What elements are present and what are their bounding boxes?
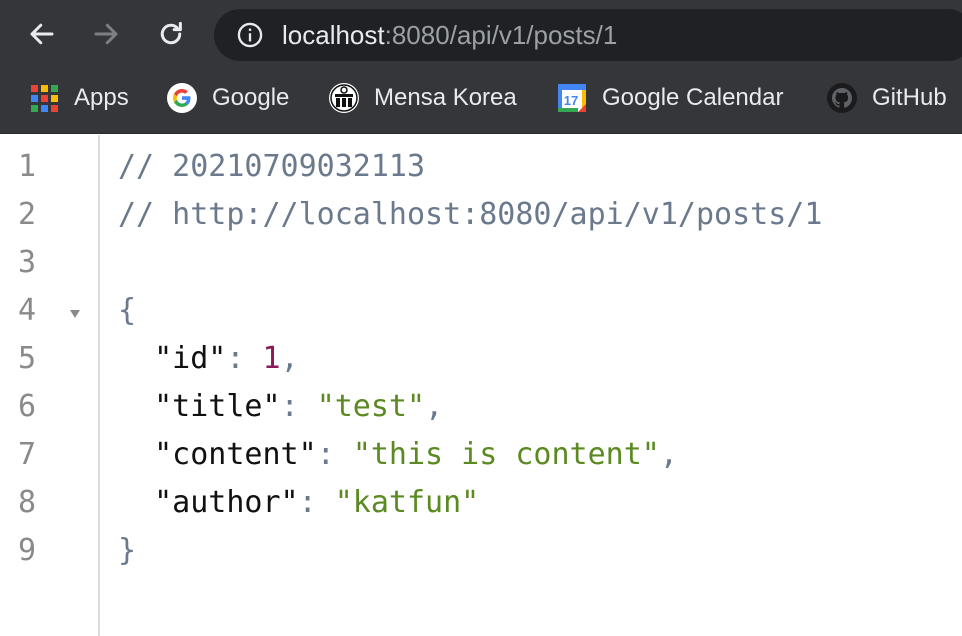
json-comma: ,: [280, 341, 299, 376]
line-number: 4: [18, 293, 37, 328]
arrow-right-icon: [94, 23, 118, 45]
json-field-id: "id": 1,: [118, 335, 299, 383]
line-number: 3: [18, 245, 37, 280]
comment-url: // http://localhost:8080/api/v1/posts/1: [118, 197, 823, 232]
json-key: "author": [154, 485, 299, 520]
bookmark-label: Google: [212, 84, 290, 111]
reload-button[interactable]: [151, 14, 191, 54]
bookmarks-bar: Apps Google Mensa Korea 17 Google Calend…: [0, 70, 962, 134]
bookmark-label: Google Calendar: [602, 84, 784, 111]
json-comma: ,: [425, 389, 444, 424]
json-field-title: "title": "test",: [118, 383, 443, 431]
github-icon: [826, 82, 858, 114]
bookmark-label: GitHub: [872, 84, 947, 111]
reload-icon: [160, 21, 182, 45]
url-path: :8080/api/v1/posts/1: [384, 20, 618, 50]
json-colon: :: [298, 485, 335, 520]
line-number: 6: [18, 389, 37, 424]
json-value: 1: [262, 341, 281, 376]
calendar-day-label: 17: [564, 93, 578, 108]
url-text[interactable]: localhost:8080/api/v1/posts/1: [282, 9, 617, 61]
info-icon[interactable]: [236, 21, 264, 49]
arrow-left-icon: [30, 23, 54, 45]
close-brace: }: [118, 533, 137, 568]
bookmark-github[interactable]: GitHub: [826, 70, 947, 126]
bookmark-label: Apps: [74, 84, 129, 111]
bookmark-google-calendar[interactable]: 17 Google Calendar: [556, 70, 783, 126]
json-value: "katfun": [334, 485, 480, 520]
line-number: 7: [18, 437, 37, 472]
json-colon: :: [280, 389, 317, 424]
line-number: 9: [18, 533, 37, 568]
google-logo-icon: [166, 82, 198, 114]
fold-toggle-icon[interactable]: [68, 307, 82, 321]
line-gutter: 1 2 3 4 5 6 7 8 9: [0, 135, 100, 636]
json-key: "title": [154, 389, 281, 424]
json-colon: :: [316, 437, 353, 472]
url-host: localhost: [282, 20, 385, 50]
json-viewer: 1 2 3 4 5 6 7 8 9 // 20210709032113 // h…: [0, 135, 962, 636]
line-number: 2: [18, 197, 37, 232]
line-number: 1: [18, 149, 37, 184]
json-colon: :: [226, 341, 263, 376]
bookmark-apps[interactable]: Apps: [28, 70, 129, 126]
json-key: "content": [154, 437, 317, 472]
json-field-author: "author": "katfun": [118, 479, 479, 527]
comment-timestamp: // 20210709032113: [118, 149, 426, 184]
mensa-logo-icon: [328, 82, 360, 114]
json-field-content: "content": "this is content",: [118, 431, 678, 479]
open-brace: {: [118, 293, 137, 328]
json-value: "test": [316, 389, 426, 424]
back-button[interactable]: [22, 14, 62, 54]
calendar-icon: 17: [556, 82, 588, 114]
line-number: 8: [18, 485, 37, 520]
bookmark-label: Mensa Korea: [374, 84, 517, 111]
forward-button[interactable]: [86, 14, 126, 54]
bookmark-google[interactable]: Google: [166, 70, 289, 126]
json-comma: ,: [659, 437, 678, 472]
address-bar[interactable]: localhost:8080/api/v1/posts/1: [214, 9, 962, 61]
json-key: "id": [154, 341, 227, 376]
bookmark-mensa-korea[interactable]: Mensa Korea: [328, 70, 517, 126]
browser-toolbar: localhost:8080/api/v1/posts/1: [0, 0, 962, 70]
line-number: 5: [18, 341, 37, 376]
json-value: "this is content": [352, 437, 660, 472]
apps-grid-icon: [28, 82, 60, 114]
